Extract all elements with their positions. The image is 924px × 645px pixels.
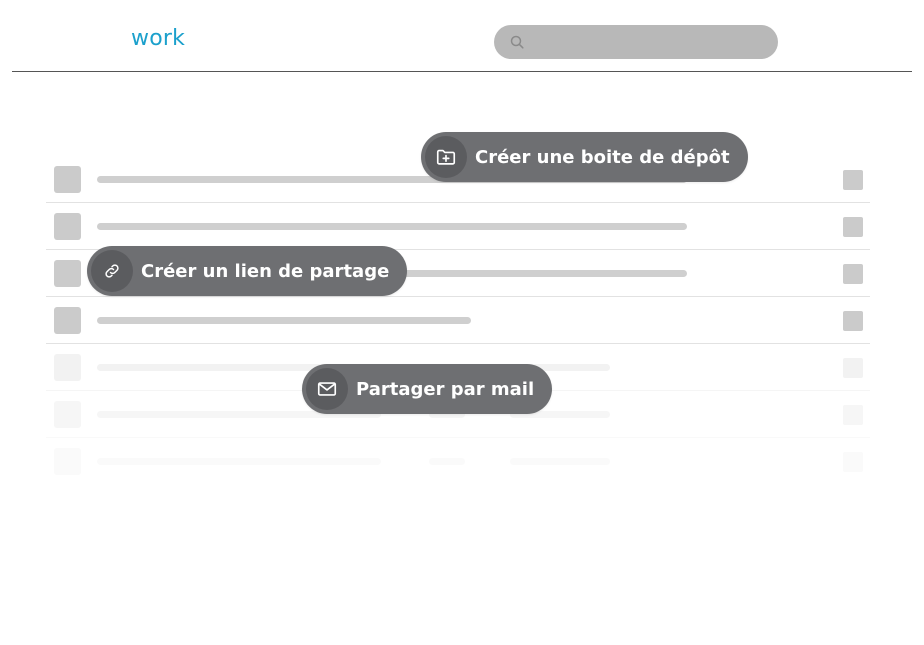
create-share-link-label: Créer un lien de partage — [141, 260, 390, 282]
link-icon — [105, 264, 119, 278]
app-logo[interactable]: work — [131, 26, 185, 51]
row-title-placeholder — [97, 458, 381, 465]
folder-plus-icon — [436, 149, 456, 165]
row-title-placeholder — [97, 223, 687, 230]
row-action — [843, 452, 863, 472]
row-action[interactable] — [843, 170, 863, 190]
row-checkbox[interactable] — [54, 213, 81, 240]
create-dropbox-button[interactable]: Créer une boite de dépôt — [421, 132, 748, 182]
row-checkbox — [54, 354, 81, 381]
search-input[interactable] — [494, 25, 778, 59]
share-by-mail-button[interactable]: Partager par mail — [302, 364, 553, 414]
row-action — [843, 405, 863, 425]
row-meta-placeholder — [429, 458, 465, 465]
row-checkbox — [54, 401, 81, 428]
row-action[interactable] — [843, 264, 863, 284]
row-meta-placeholder — [510, 458, 610, 465]
search-icon — [510, 35, 524, 49]
list-item — [46, 438, 870, 485]
row-action — [843, 358, 863, 378]
row-checkbox[interactable] — [54, 166, 81, 193]
share-by-mail-label: Partager par mail — [356, 378, 535, 400]
row-title-placeholder — [97, 317, 471, 324]
row-checkbox[interactable] — [54, 307, 81, 334]
mail-icon — [317, 382, 337, 396]
row-action[interactable] — [843, 217, 863, 237]
list-item[interactable] — [46, 203, 870, 250]
row-action[interactable] — [843, 311, 863, 331]
create-dropbox-label: Créer une boite de dépôt — [475, 146, 730, 168]
create-share-link-button[interactable]: Créer un lien de partage — [87, 246, 408, 296]
top-bar: work — [0, 0, 924, 72]
row-checkbox — [54, 448, 81, 475]
row-checkbox[interactable] — [54, 260, 81, 287]
header-divider — [12, 71, 912, 72]
list-item[interactable] — [46, 297, 870, 344]
